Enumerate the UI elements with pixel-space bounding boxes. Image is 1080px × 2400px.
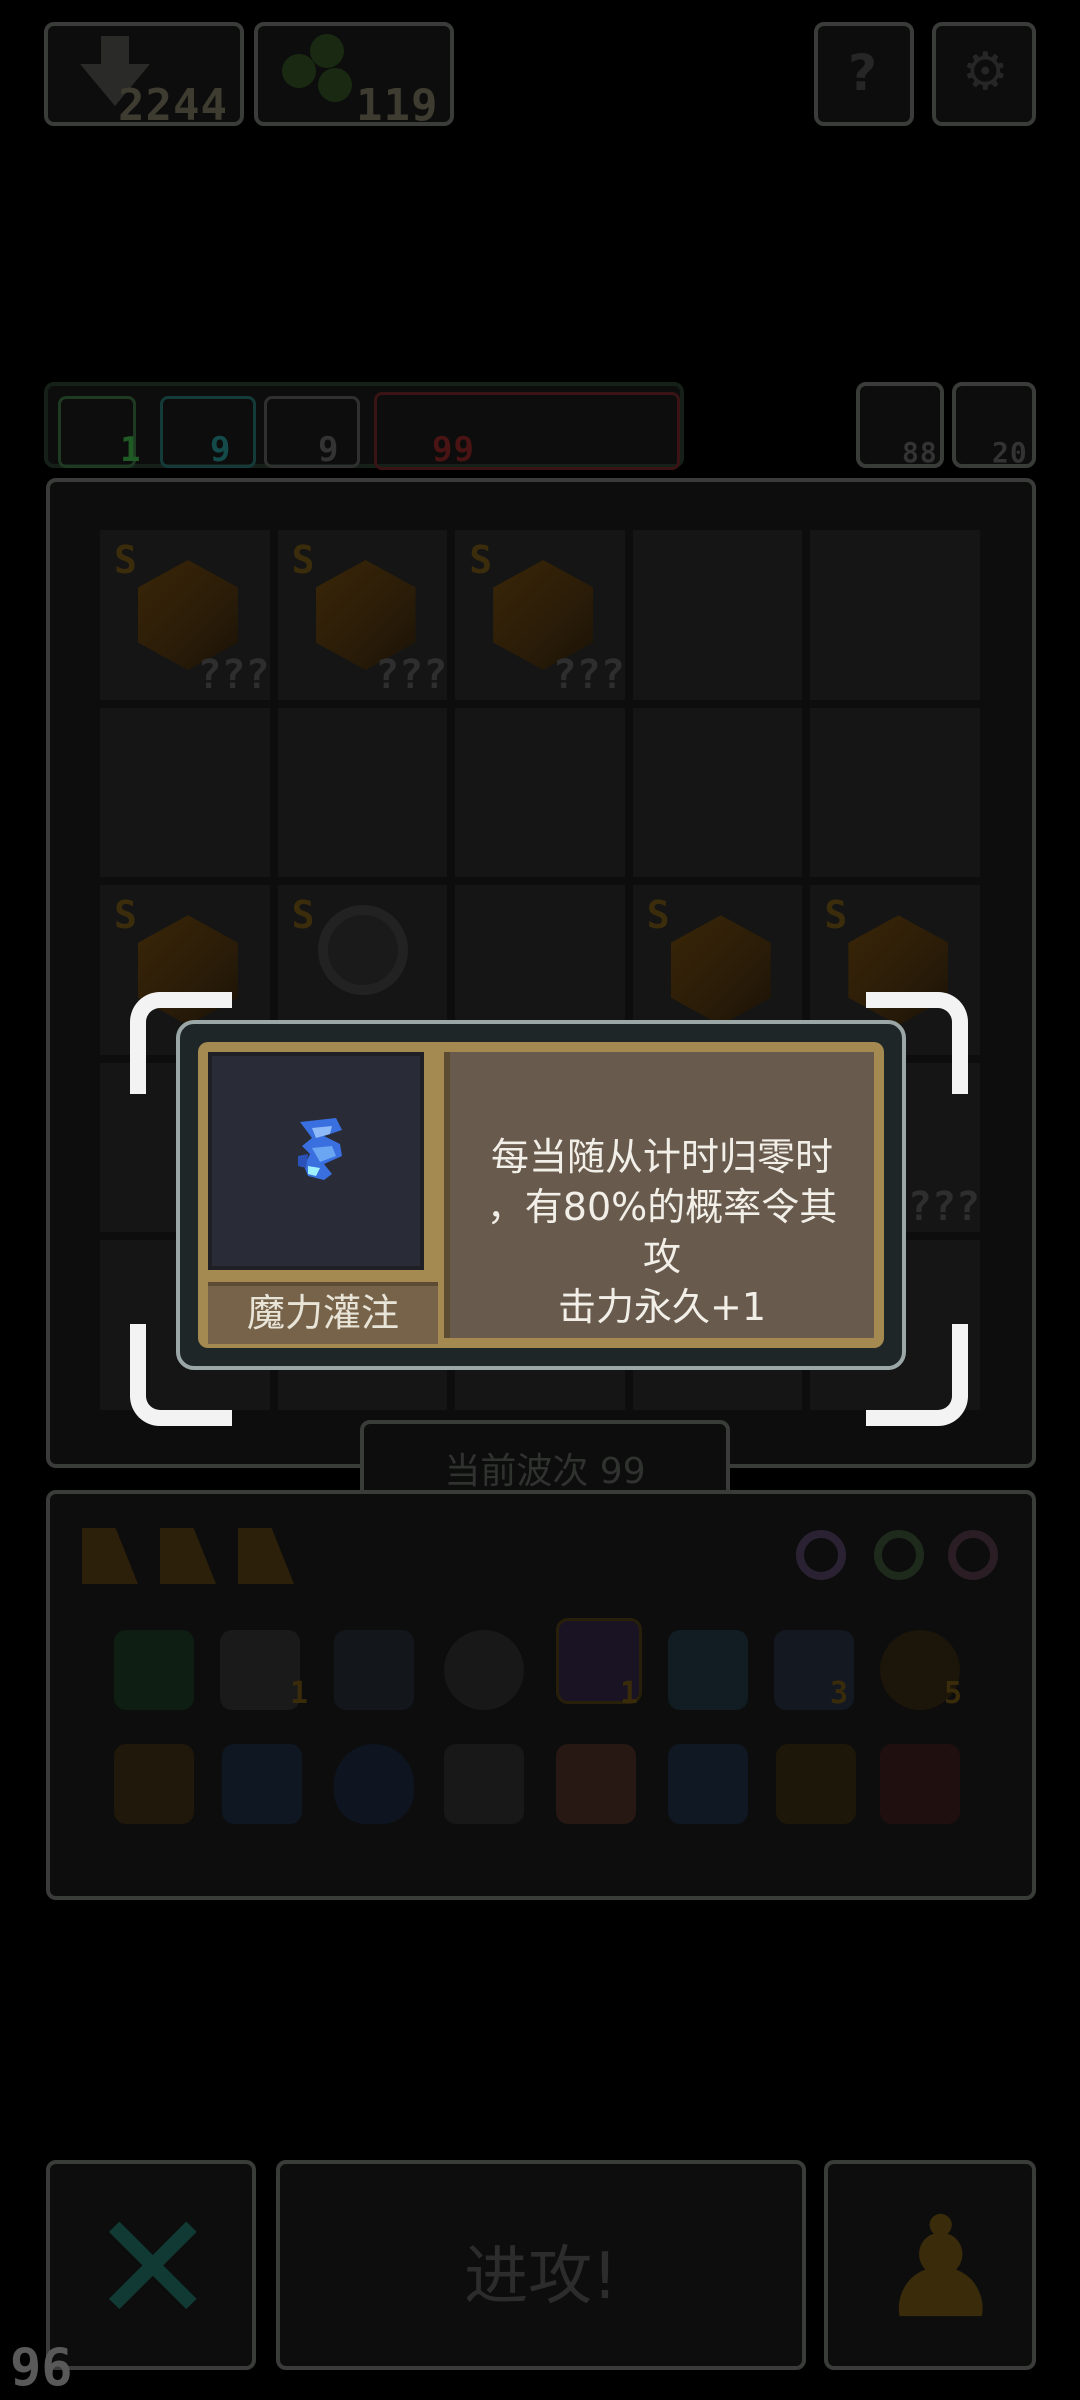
stat-cyan-value: 9 <box>210 430 232 470</box>
attack-label: 进攻! <box>464 2240 618 2314</box>
description-line: 击力永久+1 <box>557 1285 767 1329</box>
mana-icon[interactable] <box>668 1744 748 1824</box>
shield-icon[interactable] <box>334 1630 414 1710</box>
gem-icon <box>670 915 771 1026</box>
rank-label: S <box>646 893 670 938</box>
grid-cell[interactable] <box>632 530 803 700</box>
stat-red-value: 99 <box>432 430 475 470</box>
drop-icon[interactable] <box>334 1744 414 1824</box>
grid-cell[interactable] <box>100 707 270 878</box>
bone-count: 1 <box>290 1676 309 1711</box>
unknown-label: ??? <box>374 651 448 698</box>
hourglass-count: 3 <box>830 1676 849 1711</box>
item-description-panel: 每当随从计时归零时 ，有80%的概率令其攻 击力永久+1 <box>444 1052 874 1338</box>
close-icon: ✕ <box>90 2182 216 2356</box>
grid-cell[interactable] <box>455 707 625 878</box>
currency-b-count: 119 <box>356 80 439 131</box>
pawn-button[interactable]: ♟ <box>824 2160 1036 2370</box>
grid-cell[interactable] <box>810 530 980 700</box>
ring-icon <box>874 1530 924 1580</box>
orb-icon[interactable] <box>222 1744 302 1824</box>
upgrade-count: 88 <box>902 436 938 469</box>
grid-cell[interactable]: S??? <box>100 530 270 700</box>
key-count: 20 <box>992 436 1028 469</box>
pawn-icon: ♟ <box>878 2187 1004 2350</box>
ring-icon <box>948 1530 998 1580</box>
help-icon: ? <box>848 44 878 102</box>
rank-label: S <box>291 893 315 938</box>
orbit-count: 5 <box>944 1676 963 1711</box>
stat-sword-value: 9 <box>318 430 340 470</box>
unknown-label: ??? <box>552 651 625 698</box>
description-line: ，有80%的概率令其攻 <box>486 1185 838 1279</box>
arrow-icon[interactable] <box>880 1744 960 1824</box>
rank-label: S <box>114 538 137 582</box>
gear-icon: ⚙ <box>962 42 1009 102</box>
grid-cell[interactable]: S??? <box>455 530 625 700</box>
grid-cell[interactable] <box>632 707 803 878</box>
grid-cell[interactable]: S??? <box>277 530 448 700</box>
minion-icon <box>317 905 408 996</box>
item-name: 魔力灌注 <box>246 1291 399 1335</box>
tooltip-frame: 魔力灌注 每当随从计时归零时 ，有80%的概率令其攻 击力永久+1 <box>198 1042 884 1348</box>
trophy-icon[interactable] <box>114 1744 194 1824</box>
rank-label: S <box>469 538 493 582</box>
rank-label: S <box>824 893 848 938</box>
rank-label: S <box>114 893 137 938</box>
stat-cyan-icon <box>160 396 256 468</box>
cross-icon[interactable] <box>444 1744 524 1824</box>
fps-counter: 96 <box>10 2338 73 2398</box>
grid-cell[interactable] <box>277 707 448 878</box>
mirror-icon[interactable] <box>444 1630 524 1710</box>
wand-icon[interactable] <box>776 1744 856 1824</box>
ring-icon <box>796 1530 846 1580</box>
hand-icon[interactable] <box>556 1744 636 1824</box>
stat-sword-icon <box>264 396 360 468</box>
clover-icon <box>282 34 362 114</box>
rank-label: S <box>291 538 315 582</box>
wave-label: 当前波次 99 <box>444 1451 646 1492</box>
grid-cell[interactable] <box>810 707 980 878</box>
item-tooltip[interactable]: 魔力灌注 每当随从计时归零时 ，有80%的概率令其攻 击力永久+1 <box>176 1020 906 1370</box>
settings-button[interactable]: ⚙ <box>932 22 1036 126</box>
bone-icon[interactable] <box>220 1630 300 1710</box>
mana-infusion-icon <box>298 1118 342 1180</box>
cancel-button[interactable]: ✕ <box>46 2160 256 2370</box>
description-line: 每当随从计时归零时 <box>490 1135 833 1179</box>
stat-green-value: 1 <box>120 430 142 470</box>
item-icon-slot <box>208 1052 424 1270</box>
potion-icon[interactable] <box>114 1630 194 1710</box>
help-button[interactable]: ? <box>814 22 914 126</box>
scroll-count: 1 <box>620 1676 639 1711</box>
stat-red-icon <box>374 392 680 470</box>
item-description: 每当随从计时归零时 ，有80%的概率令其攻 击力永久+1 <box>450 1132 874 1332</box>
unknown-label: ??? <box>907 1184 980 1231</box>
wings-icon[interactable] <box>668 1630 748 1710</box>
currency-a-count: 2244 <box>118 80 228 131</box>
unknown-label: ??? <box>197 651 270 698</box>
